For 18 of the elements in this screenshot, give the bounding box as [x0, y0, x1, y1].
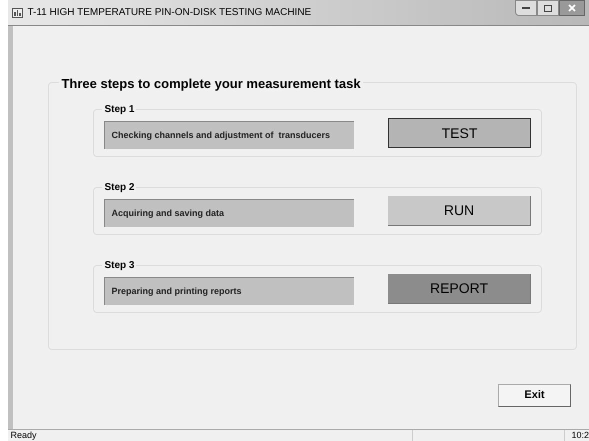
- app-icon: [12, 8, 24, 18]
- minimize-button[interactable]: [515, 0, 537, 16]
- status-time: 10:2: [570, 430, 589, 441]
- step-label: Step 1: [102, 102, 136, 117]
- close-button[interactable]: [559, 0, 585, 16]
- step-label: Step 3: [102, 258, 136, 273]
- step-button[interactable]: REPORT: [388, 274, 531, 304]
- step-description: Preparing and printing reports: [104, 277, 354, 305]
- exit-button[interactable]: Exit: [498, 384, 571, 407]
- step-description: Acquiring and saving data: [104, 199, 354, 227]
- maximize-button[interactable]: [537, 0, 559, 16]
- close-icon: [568, 4, 576, 12]
- step-description: Checking channels and adjustment of transducers: [104, 121, 354, 149]
- status-message: Ready: [8, 430, 414, 441]
- window-title: T-11 HIGH TEMPERATURE PIN-ON-DISK TESTING MACHINE: [27, 6, 312, 20]
- step-button[interactable]: RUN: [388, 196, 531, 226]
- step-label: Step 2: [102, 180, 136, 195]
- step-button[interactable]: TEST: [388, 118, 531, 148]
